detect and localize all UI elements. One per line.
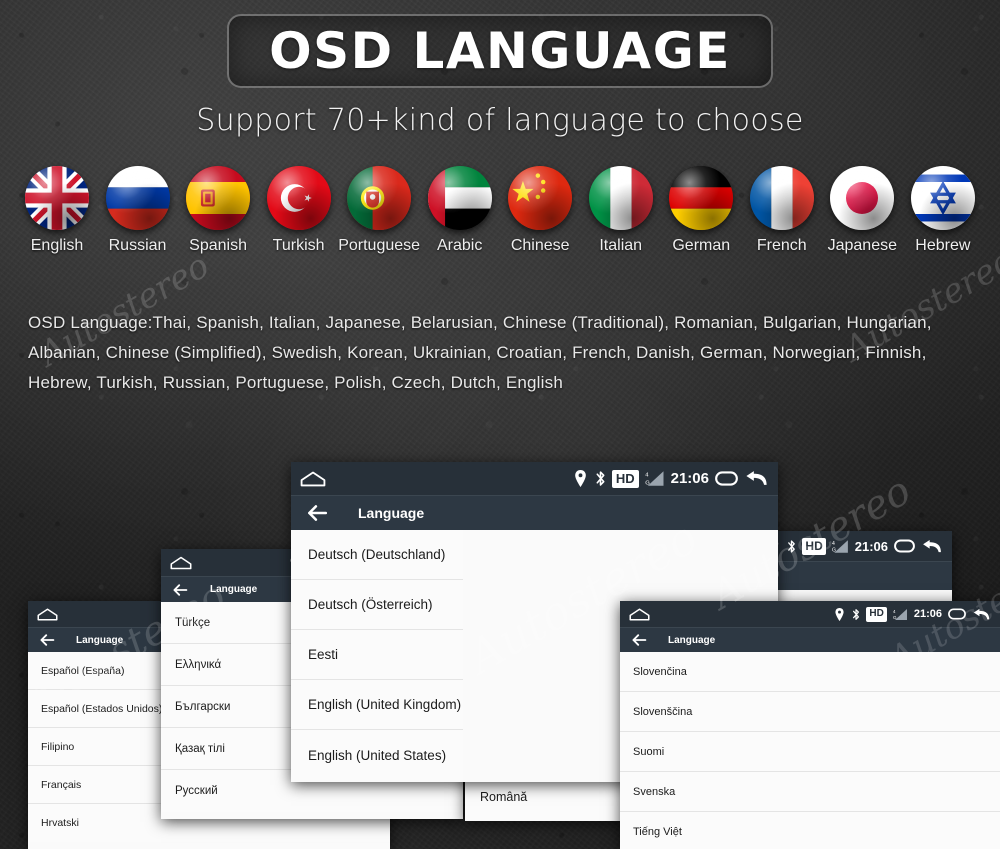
flag-turkey-icon — [266, 166, 331, 230]
home-icon[interactable] — [170, 556, 192, 570]
status-bar-icons: HD 4G 21:06 — [566, 469, 769, 488]
app-bar-title: Language — [76, 634, 124, 646]
flag-label: Japanese — [827, 237, 897, 254]
signal-bars-icon: 4G — [832, 539, 849, 554]
signal-bars-icon: 4G — [893, 608, 908, 621]
language-list: Slovenčina Slovenščina Suomi Svenska Tiếng V… — [620, 652, 1000, 849]
language-list: Deutsch (Deutschland) Deutsch (Österreich… — [291, 530, 463, 780]
flag-item-italian: Italian — [586, 166, 656, 255]
flag-label: Arabic — [436, 237, 483, 254]
flag-item-japanese: Japanese — [827, 166, 897, 255]
list-item[interactable]: Eesti — [291, 630, 463, 680]
flag-japan-icon — [830, 166, 895, 230]
status-bar: HD 4G 21:06 — [291, 462, 778, 495]
flag-item-spanish: Spanish — [183, 166, 253, 255]
list-item[interactable]: Slovenčina — [620, 652, 1000, 692]
flag-label: Italian — [599, 237, 643, 254]
app-bar-title: Language — [358, 505, 425, 521]
back-icon[interactable] — [972, 608, 991, 621]
list-item[interactable]: Svenska — [620, 772, 1000, 812]
location-pin-icon — [833, 607, 846, 621]
app-bar-title: Language — [668, 634, 716, 646]
list-item[interactable]: Slovenščina — [620, 692, 1000, 732]
home-icon[interactable] — [37, 608, 58, 621]
recents-icon[interactable] — [715, 471, 738, 486]
status-bar-clock: 21:06 — [854, 538, 888, 554]
app-bar: Language — [291, 495, 778, 530]
flag-china-icon — [508, 166, 573, 230]
home-icon[interactable] — [300, 471, 326, 487]
bluetooth-icon — [852, 608, 860, 621]
flag-item-arabic: Arabic — [425, 166, 495, 255]
flag-uk-icon — [25, 166, 89, 230]
flag-row: English Russian Spanish Turkish Portugue… — [22, 166, 978, 271]
list-item[interactable]: Deutsch (Österreich) — [291, 580, 463, 630]
screenshot-slovenian: HD 4 G 21:06 Language Slovenčina Slovenščina Su… — [620, 601, 1000, 849]
back-icon[interactable] — [744, 470, 769, 487]
hd-badge-icon: HD — [611, 469, 639, 488]
flag-label: Spanish — [189, 237, 247, 254]
flag-label: Turkish — [272, 237, 325, 254]
osd-language-paragraph: OSD Language:Thai, Spanish, Italian, Jap… — [28, 313, 932, 392]
bluetooth-icon — [787, 539, 796, 554]
svg-text:G: G — [893, 615, 897, 620]
home-icon[interactable] — [629, 608, 650, 621]
flag-label: English — [30, 237, 84, 254]
flag-russia-icon — [105, 166, 170, 230]
arrow-back-icon[interactable] — [172, 582, 188, 598]
signal-bars-icon: 4G — [645, 470, 665, 487]
app-bar: Language — [620, 627, 1000, 652]
page-subtitle: Support 70+kind of language to choose — [196, 103, 804, 138]
flag-label: Portuguese — [338, 237, 421, 254]
list-item[interactable]: English (United States) — [291, 730, 463, 780]
bluetooth-icon — [595, 470, 606, 487]
page-title: OSD LANGUAGE — [269, 22, 731, 80]
recents-icon[interactable] — [948, 608, 966, 620]
list-item[interactable]: Suomi — [620, 732, 1000, 772]
flag-france-icon — [749, 166, 814, 230]
svg-text:G: G — [645, 480, 650, 486]
flag-item-chinese: Chinese — [505, 166, 575, 255]
flag-item-turkish: Turkish — [264, 166, 334, 255]
flag-spain-icon — [186, 166, 251, 230]
status-bar-clock: 21:06 — [670, 470, 709, 487]
flag-label: Chinese — [510, 237, 570, 254]
flag-label: Hebrew — [915, 237, 971, 254]
flag-item-french: French — [747, 166, 817, 255]
list-item[interactable]: Tiếng Việt — [620, 812, 1000, 849]
location-pin-icon — [572, 470, 589, 487]
flag-label: German — [672, 237, 731, 254]
flag-item-russian: Russian — [103, 166, 173, 255]
back-icon[interactable] — [921, 539, 943, 554]
flag-item-portuguese: Portuguese — [338, 166, 420, 255]
flag-portugal-icon — [347, 166, 412, 230]
recents-icon[interactable] — [894, 539, 915, 553]
status-bar: HD 4G 21:06 — [620, 601, 1000, 627]
flag-israel-icon — [910, 166, 975, 230]
svg-text:G: G — [832, 547, 836, 553]
list-item[interactable]: Deutsch (Deutschland) — [291, 530, 463, 580]
flag-label: Russian — [108, 237, 167, 254]
flag-italy-icon — [588, 166, 653, 230]
hd-badge-icon: HD — [866, 606, 887, 622]
flag-item-hebrew: Hebrew — [908, 166, 978, 255]
hd-badge-icon: HD — [802, 537, 826, 555]
status-bar-clock: 21:06 — [913, 608, 942, 620]
flag-item-german: German — [666, 166, 736, 255]
flag-germany-icon — [669, 166, 734, 230]
svg-text:4: 4 — [832, 540, 835, 546]
app-bar-title: Language — [210, 584, 258, 595]
page-title-box: OSD LANGUAGE — [227, 14, 773, 88]
flag-item-english: English — [22, 166, 92, 255]
status-bar-icons: HD 4G 21:06 — [827, 606, 991, 622]
arrow-back-icon[interactable] — [631, 632, 647, 648]
status-bar-icons: HD 4G 21:06 — [760, 537, 943, 555]
list-item[interactable]: English (United Kingdom) — [291, 680, 463, 730]
svg-text:4: 4 — [893, 609, 896, 614]
arrow-back-icon[interactable] — [39, 632, 55, 648]
svg-text:4: 4 — [645, 473, 649, 479]
flag-label: French — [756, 237, 807, 254]
arrow-back-icon[interactable] — [306, 502, 328, 524]
flag-uae-icon — [427, 166, 492, 230]
